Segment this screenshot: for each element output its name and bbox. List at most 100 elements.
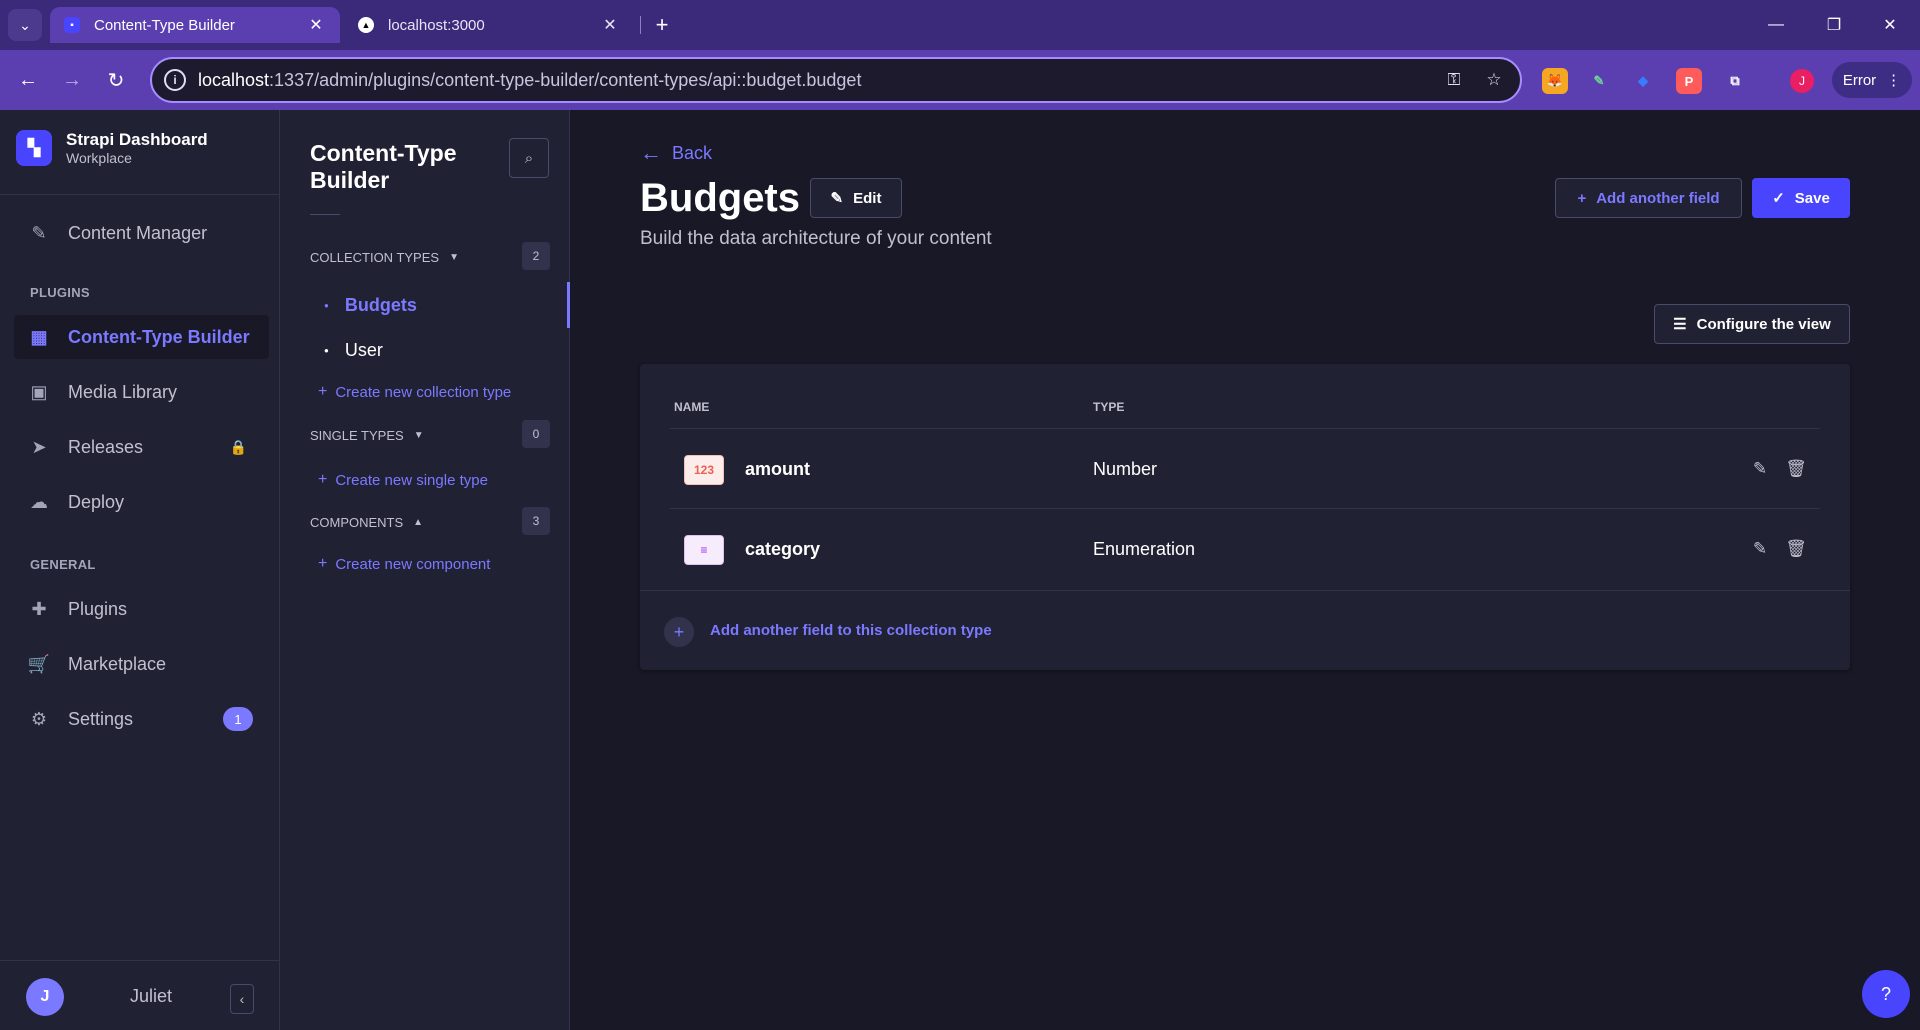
table-row[interactable]: ≡ category Enumeration ✎ 🗑 xyxy=(670,508,1820,588)
nav-item-label: Content Manager xyxy=(68,222,208,243)
nav-item-deploy[interactable]: ☁ Deploy xyxy=(14,480,269,524)
error-button[interactable]: Error ⋮ xyxy=(1832,62,1912,98)
password-key-icon[interactable]: ⚿ xyxy=(1440,66,1468,94)
subnav-item-budgets[interactable]: ● Budgets xyxy=(324,295,417,316)
url-text[interactable]: localhost:1337/admin/plugins/content-typ… xyxy=(198,70,1440,91)
caret-down-icon: ▼ xyxy=(449,252,459,263)
trash-icon[interactable]: 🗑 xyxy=(1784,457,1808,481)
brand-subtitle: Workplace xyxy=(66,150,132,166)
create-single-type-link[interactable]: + Create new single type xyxy=(318,471,488,489)
subnav-item-user[interactable]: ● User xyxy=(324,340,383,361)
column-header-name: NAME xyxy=(674,400,710,414)
metamask-extension-icon[interactable]: 🦊 xyxy=(1542,68,1568,94)
close-icon[interactable]: ✕ xyxy=(600,15,620,35)
back-link[interactable]: ← Back xyxy=(640,140,712,166)
tab-search-icon[interactable]: ⌄ xyxy=(8,9,42,41)
avatar[interactable]: J xyxy=(26,978,64,1016)
site-info-icon[interactable]: i xyxy=(164,69,186,91)
collapse-nav-button[interactable]: ‹ xyxy=(230,984,254,1014)
divider xyxy=(310,214,340,215)
caret-down-icon: ▼ xyxy=(413,430,424,441)
table-row[interactable]: 123 amount Number ✎ 🗑 xyxy=(670,428,1820,508)
edit-button[interactable]: ✎ Edit xyxy=(810,178,902,218)
single-types-toggle[interactable]: SINGLE TYPES ▼ xyxy=(310,428,424,443)
help-button[interactable]: ? xyxy=(1862,970,1910,1018)
create-link-label: Create new component xyxy=(335,555,491,573)
user-name[interactable]: Juliet xyxy=(130,986,172,1007)
bookmark-star-icon[interactable]: ☆ xyxy=(1480,66,1508,94)
create-collection-type-link[interactable]: + Create new collection type xyxy=(318,383,511,401)
nav-item-label: Plugins xyxy=(68,598,128,619)
nav-item-content-manager[interactable]: ✎ Content Manager xyxy=(14,211,269,255)
cloud-icon: ☁ xyxy=(30,491,48,512)
collection-types-count: 2 xyxy=(522,242,550,270)
pencil-icon[interactable]: ✎ xyxy=(1748,457,1772,481)
subnav-title: Content-Type Builder xyxy=(310,140,457,193)
add-field-footer[interactable]: + Add another field to this collection t… xyxy=(640,590,1850,670)
configure-label: Configure the view xyxy=(1696,315,1831,333)
extension-puzzle-blue-icon[interactable]: ◆ xyxy=(1630,68,1656,94)
vercel-favicon-icon: ▲ xyxy=(358,17,374,33)
tab-divider xyxy=(640,16,641,34)
page-subtitle: Build the data architecture of your cont… xyxy=(640,228,992,249)
pencil-icon: ✎ xyxy=(830,190,844,207)
puzzle-icon: ✚ xyxy=(31,598,47,619)
save-label: Save xyxy=(1794,189,1830,207)
check-icon: ✓ xyxy=(1772,190,1785,207)
restore-icon[interactable]: ❐ xyxy=(1814,8,1854,42)
add-another-field-button[interactable]: + Add another field xyxy=(1555,178,1742,218)
forward-arrow-icon[interactable]: → xyxy=(56,64,88,96)
plus-icon: + xyxy=(318,555,328,572)
back-label: Back xyxy=(672,142,713,163)
caret-up-icon: ▲ xyxy=(413,517,424,528)
arrow-left-icon: ← xyxy=(640,140,662,165)
address-bar[interactable]: i localhost:1337/admin/plugins/content-t… xyxy=(150,57,1522,103)
layout-icon: ▦ xyxy=(30,326,48,347)
nav-item-settings[interactable]: ⚙ Settings 1 xyxy=(14,697,269,741)
nav-item-content-type-builder[interactable]: ▦ Content-Type Builder xyxy=(14,315,269,359)
extension-red-icon[interactable]: P xyxy=(1676,68,1702,94)
minimize-icon[interactable]: — xyxy=(1756,8,1796,42)
profile-avatar[interactable]: J xyxy=(1790,69,1814,93)
feather-pen-icon: ✎ xyxy=(31,222,47,243)
new-tab-button[interactable]: + xyxy=(650,10,674,40)
settings-badge: 1 xyxy=(223,707,253,731)
nav-item-releases[interactable]: ➤ Releases 🔒 xyxy=(14,425,269,469)
sub-nav: Content-Type Builder ⌕ COLLECTION TYPES … xyxy=(280,110,570,1030)
extension-leaf-icon[interactable]: ✎ xyxy=(1586,68,1612,94)
pencil-icon[interactable]: ✎ xyxy=(1748,537,1772,561)
close-icon[interactable]: ✕ xyxy=(306,15,326,35)
nav-item-marketplace[interactable]: 🛒 Marketplace xyxy=(14,642,269,686)
strapi-favicon-icon: ▪ xyxy=(64,17,80,33)
nav-item-label: Marketplace xyxy=(68,653,167,674)
search-button[interactable]: ⌕ xyxy=(509,138,549,178)
paper-plane-icon: ➤ xyxy=(31,436,47,457)
extensions-icon[interactable]: ⧉ xyxy=(1722,68,1748,94)
components-toggle[interactable]: COMPONENTS ▲ xyxy=(310,515,423,530)
nav-item-label: Settings xyxy=(68,708,134,729)
tab-title: localhost:3000 xyxy=(388,16,485,34)
brand-title: Strapi Dashboard xyxy=(66,130,208,149)
back-arrow-icon[interactable]: ← xyxy=(12,64,44,96)
create-component-link[interactable]: + Create new component xyxy=(318,555,490,573)
configure-view-button[interactable]: ☰ Configure the view xyxy=(1654,304,1850,344)
column-header-type: TYPE xyxy=(1093,400,1125,414)
tab-content-type-builder[interactable]: ▪ Content-Type Builder ✕ xyxy=(50,7,340,43)
plus-icon: + xyxy=(318,471,328,488)
components-count: 3 xyxy=(522,507,550,535)
trash-icon[interactable]: 🗑 xyxy=(1784,537,1808,561)
bullet-icon: ● xyxy=(324,346,329,355)
edit-label: Edit xyxy=(853,189,882,207)
error-label: Error xyxy=(1842,71,1877,89)
tab-localhost-3000[interactable]: ▲ localhost:3000 ✕ xyxy=(344,7,634,43)
nav-section-general: GENERAL xyxy=(30,557,96,572)
window-close-icon[interactable]: ✕ xyxy=(1870,8,1910,42)
field-name: category xyxy=(745,539,821,559)
single-types-count: 0 xyxy=(522,420,550,448)
nav-item-media-library[interactable]: ▣ Media Library xyxy=(14,370,269,414)
reload-icon[interactable]: ↻ xyxy=(100,64,132,96)
save-button[interactable]: ✓ Save xyxy=(1752,178,1850,218)
nav-item-plugins[interactable]: ✚ Plugins xyxy=(14,587,269,631)
collection-types-toggle[interactable]: COLLECTION TYPES ▼ xyxy=(310,250,459,265)
tab-title: Content-Type Builder xyxy=(94,16,235,34)
